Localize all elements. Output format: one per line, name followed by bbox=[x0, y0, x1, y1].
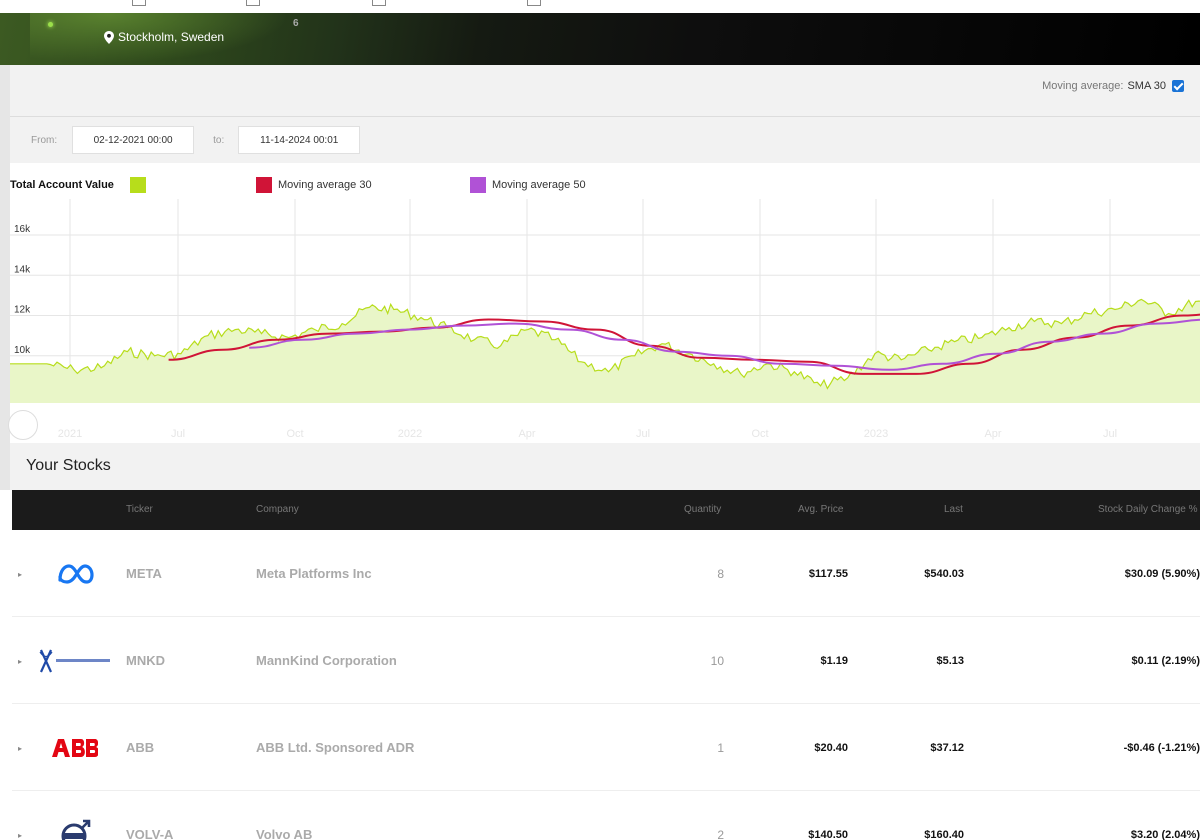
toolbar-icon[interactable] bbox=[372, 0, 386, 6]
status-dot bbox=[48, 22, 53, 27]
x-tick-label: Oct bbox=[286, 428, 303, 440]
range-slider-handle[interactable] bbox=[8, 410, 38, 440]
moving-average-label: Moving average: bbox=[1042, 80, 1124, 92]
legend-account-label: Total Account Value bbox=[10, 179, 114, 191]
moving-average-value[interactable]: SMA 30 bbox=[1127, 80, 1166, 92]
legend-ma50-label: Moving average 50 bbox=[492, 179, 586, 191]
table-row[interactable]: ▸ META Meta Platforms Inc 8 $117.55 $540… bbox=[12, 530, 1200, 617]
ticker-cell: ABB bbox=[126, 740, 155, 755]
expand-caret-icon[interactable]: ▸ bbox=[18, 657, 22, 666]
x-tick-label: Jul bbox=[1103, 428, 1117, 440]
account-value-chart: 8k10k12k14k16k2021JulOct2022AprJulOct202… bbox=[8, 163, 1200, 443]
y-tick-label: 12k bbox=[14, 305, 31, 316]
top-toolbar bbox=[0, 0, 1200, 13]
header-avg-price[interactable]: Avg. Price bbox=[798, 504, 843, 515]
expand-caret-icon[interactable]: ▸ bbox=[18, 570, 22, 579]
legend-ma30-swatch bbox=[256, 177, 272, 193]
table-row[interactable]: ▸ VOLV-A Volvo AB 2 $140.50 $160.40 $3.2… bbox=[12, 791, 1200, 840]
y-tick-label: 10k bbox=[14, 345, 31, 356]
expand-caret-icon[interactable]: ▸ bbox=[18, 831, 22, 840]
avg-price-cell: $1.19 bbox=[820, 654, 848, 667]
app-window: 6 Stockholm, Sweden Moving average: SMA … bbox=[0, 0, 1200, 840]
legend-ma50[interactable]: Moving average 50 bbox=[470, 177, 586, 193]
legend-account[interactable]: Total Account Value bbox=[10, 177, 146, 193]
expand-caret-icon[interactable]: ▸ bbox=[18, 744, 22, 753]
last-cell: $37.12 bbox=[930, 741, 964, 754]
last-cell: $540.03 bbox=[924, 567, 964, 580]
daily-change-cell: $0.11 (2.19%) bbox=[1131, 654, 1200, 667]
date-range: From: 02-12-2021 00:00 to: 11-14-2024 00… bbox=[10, 117, 1200, 163]
to-date-input[interactable]: 11-14-2024 00:01 bbox=[238, 126, 361, 154]
table-header: Ticker Company Quantity Avg. Price Last … bbox=[12, 490, 1200, 530]
avg-price-cell: $140.50 bbox=[808, 828, 848, 840]
stocks-table: Ticker Company Quantity Avg. Price Last … bbox=[12, 490, 1200, 840]
avg-price-cell: $117.55 bbox=[808, 567, 848, 580]
stocks-header-band bbox=[0, 443, 1200, 490]
daily-change-cell: $3.20 (2.04%) bbox=[1130, 828, 1200, 840]
toolbar-icon[interactable] bbox=[527, 0, 541, 6]
legend-ma30-label: Moving average 30 bbox=[278, 179, 372, 191]
x-tick-label: 2023 bbox=[864, 428, 888, 440]
header-company[interactable]: Company bbox=[256, 504, 299, 515]
location-pin-icon bbox=[104, 30, 114, 44]
daily-change-cell: -$0.46 (-1.21%) bbox=[1123, 741, 1200, 754]
stocks-title: Your Stocks bbox=[26, 457, 111, 474]
volvo-logo-icon bbox=[58, 791, 92, 840]
to-label: to: bbox=[213, 134, 225, 146]
profile-banner: 6 Stockholm, Sweden bbox=[0, 13, 1200, 65]
moving-average-control: Moving average: SMA 30 bbox=[1042, 80, 1184, 92]
y-tick-label: 14k bbox=[14, 264, 31, 275]
moving-average-checkbox[interactable] bbox=[1172, 80, 1184, 92]
x-tick-label: Oct bbox=[751, 428, 768, 440]
chart-svg: 8k10k12k14k16k2021JulOct2022AprJulOct202… bbox=[10, 199, 1200, 440]
chart-legend: Total Account Value Moving average 30 Mo… bbox=[10, 177, 1200, 195]
company-cell: ABB Ltd. Sponsored ADR bbox=[256, 740, 415, 755]
legend-ma30[interactable]: Moving average 30 bbox=[256, 177, 372, 193]
from-label: From: bbox=[31, 134, 58, 146]
company-cell: Volvo AB bbox=[256, 827, 313, 840]
x-tick-label: Jul bbox=[171, 428, 185, 440]
last-cell: $160.40 bbox=[924, 828, 964, 840]
header-daily-change[interactable]: Stock Daily Change % bbox=[1098, 504, 1198, 515]
table-row[interactable]: ▸ ABB ABB Ltd. Sponsored ADR 1 $20.40 $3… bbox=[12, 704, 1200, 791]
from-date-input[interactable]: 02-12-2021 00:00 bbox=[72, 126, 195, 154]
toolbar-icon[interactable] bbox=[132, 0, 146, 6]
legend-ma50-swatch bbox=[470, 177, 486, 193]
header-last[interactable]: Last bbox=[944, 504, 963, 515]
header-quantity[interactable]: Quantity bbox=[684, 504, 721, 515]
location: Stockholm, Sweden bbox=[104, 30, 224, 44]
abb-logo-icon bbox=[50, 704, 98, 791]
x-tick-label: Jul bbox=[636, 428, 650, 440]
quantity-cell: 2 bbox=[717, 827, 724, 840]
avg-price-cell: $20.40 bbox=[814, 741, 848, 754]
x-tick-label: 2021 bbox=[58, 428, 82, 440]
y-tick-label: 16k bbox=[14, 224, 31, 235]
x-tick-label: Apr bbox=[518, 428, 535, 440]
last-cell: $5.13 bbox=[936, 654, 964, 667]
quantity-cell: 10 bbox=[710, 653, 724, 668]
quantity-cell: 1 bbox=[717, 740, 724, 755]
ticker-cell: META bbox=[126, 566, 162, 581]
daily-change-cell: $30.09 (5.90%) bbox=[1124, 567, 1200, 580]
banner-number: 6 bbox=[293, 18, 299, 29]
account-value-area bbox=[10, 299, 1200, 403]
location-label: Stockholm, Sweden bbox=[118, 30, 225, 44]
header-ticker[interactable]: Ticker bbox=[126, 504, 153, 515]
legend-account-swatch bbox=[129, 177, 146, 193]
x-tick-label: Apr bbox=[984, 428, 1001, 440]
company-cell: MannKind Corporation bbox=[256, 653, 397, 668]
mannkind-logo-icon bbox=[38, 617, 114, 704]
toolbar-icon[interactable] bbox=[246, 0, 260, 6]
ticker-cell: MNKD bbox=[126, 653, 165, 668]
company-cell: Meta Platforms Inc bbox=[256, 566, 372, 581]
table-row[interactable]: ▸ MNKD MannKind Corporation 10 $1.19 $5.… bbox=[12, 617, 1200, 704]
ticker-cell: VOLV-A bbox=[126, 827, 174, 840]
x-tick-label: 2022 bbox=[398, 428, 422, 440]
quantity-cell: 8 bbox=[717, 566, 724, 581]
meta-logo-icon bbox=[56, 530, 96, 617]
